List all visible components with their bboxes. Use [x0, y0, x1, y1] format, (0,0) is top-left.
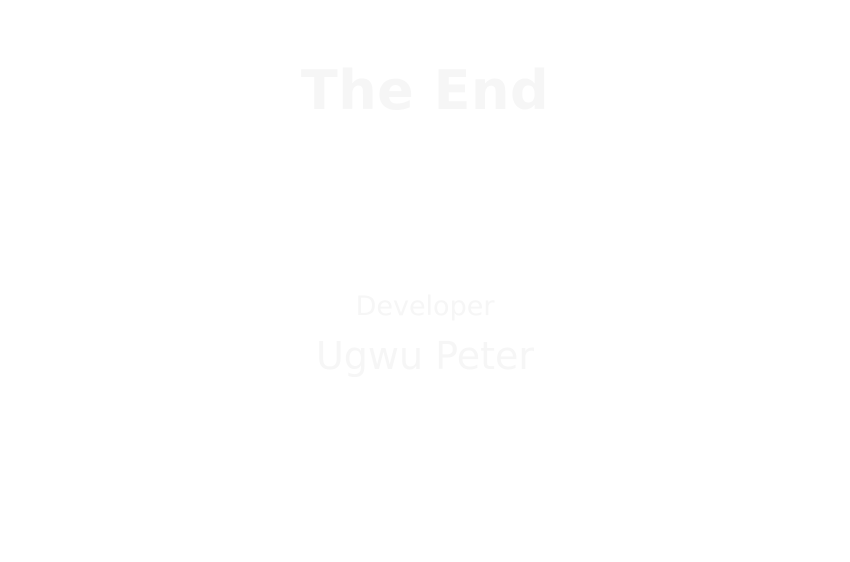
credit-label: Developer: [355, 291, 495, 322]
ending-screen: The End Developer Ugwu Peter: [0, 0, 850, 562]
credit-name: Ugwu Peter: [315, 334, 535, 378]
end-title: The End: [300, 59, 550, 122]
